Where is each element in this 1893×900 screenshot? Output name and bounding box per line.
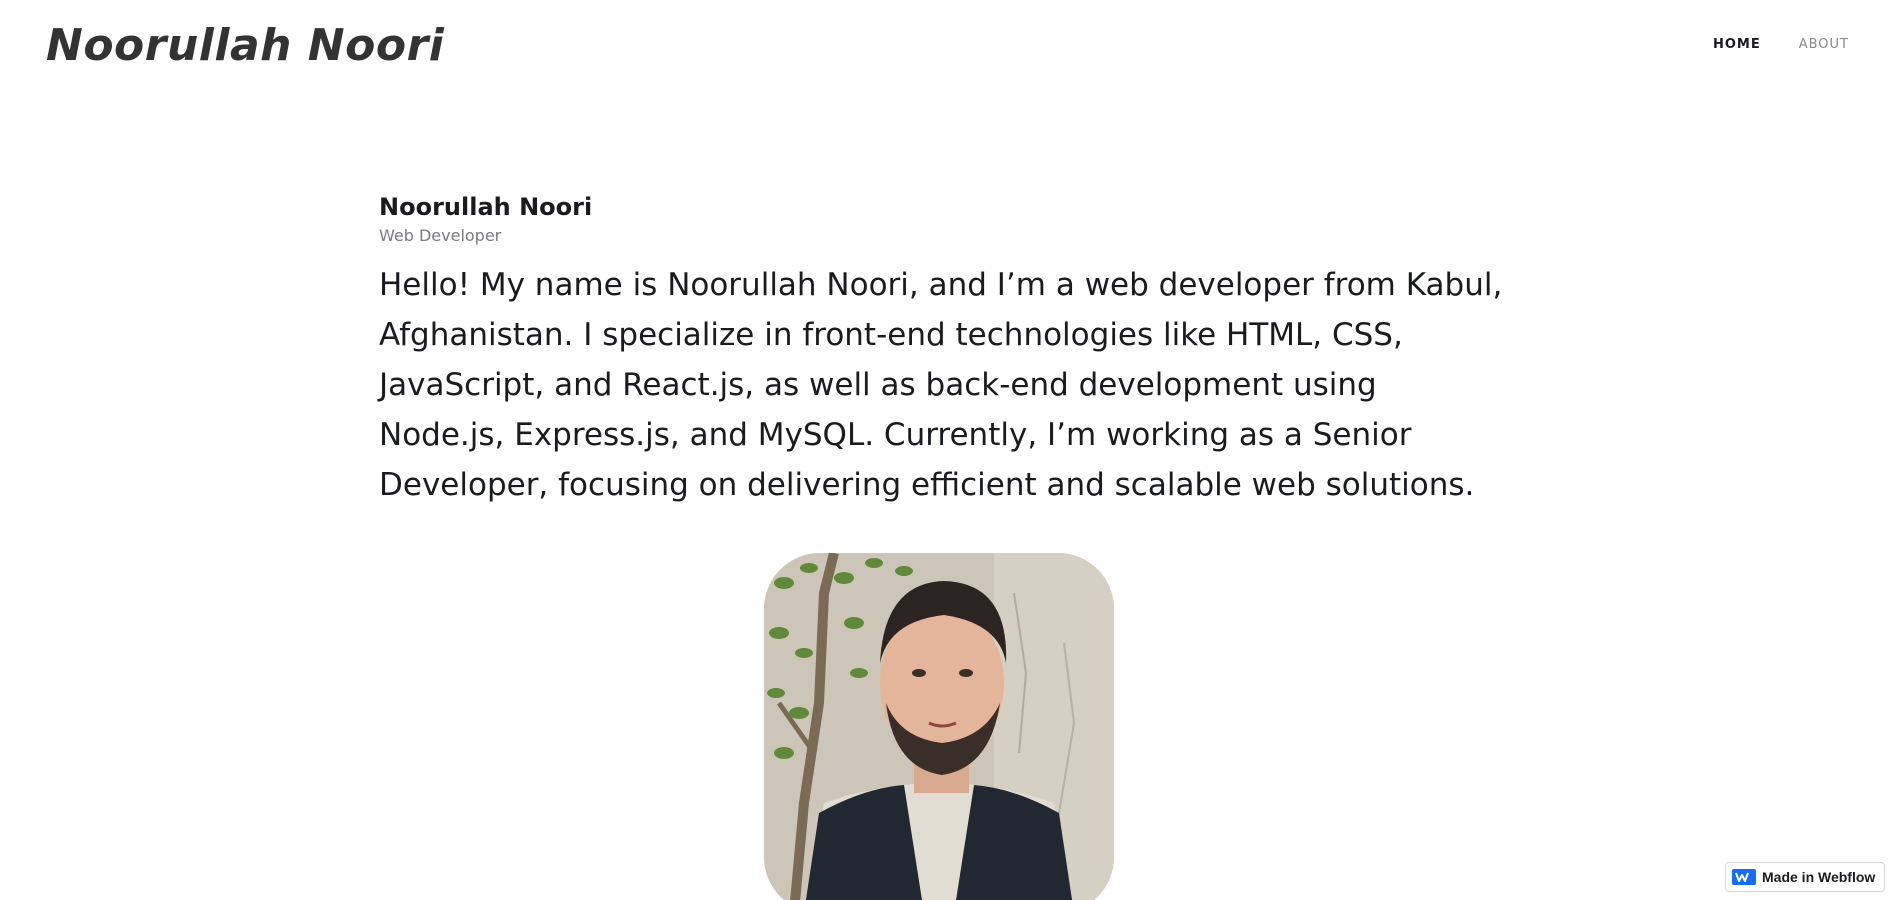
profile-role: Web Developer <box>379 226 502 245</box>
profile-name: Noorullah Noori <box>379 193 593 221</box>
webflow-logo-icon <box>1732 869 1756 885</box>
nav-link-home[interactable]: HOME <box>1709 33 1765 57</box>
made-in-webflow-badge[interactable]: Made in Webflow <box>1725 862 1885 892</box>
profile-photo <box>764 553 1114 900</box>
profile-photo-image <box>764 553 1114 900</box>
site-logo-link[interactable]: Noorullah Noori <box>46 17 444 75</box>
profile-section: Noorullah Noori Web Developer Hello! My … <box>379 190 1519 510</box>
nav-link-about[interactable]: ABOUT <box>1795 33 1853 57</box>
badge-label: Made in Webflow <box>1762 869 1876 885</box>
bio-paragraph: Hello! My name is Noorullah Noori, and I… <box>379 267 1503 503</box>
nav-menu: HOME ABOUT <box>1709 33 1853 57</box>
page: Noorullah Noori HOME ABOUT Noorullah Noo… <box>0 0 1893 900</box>
